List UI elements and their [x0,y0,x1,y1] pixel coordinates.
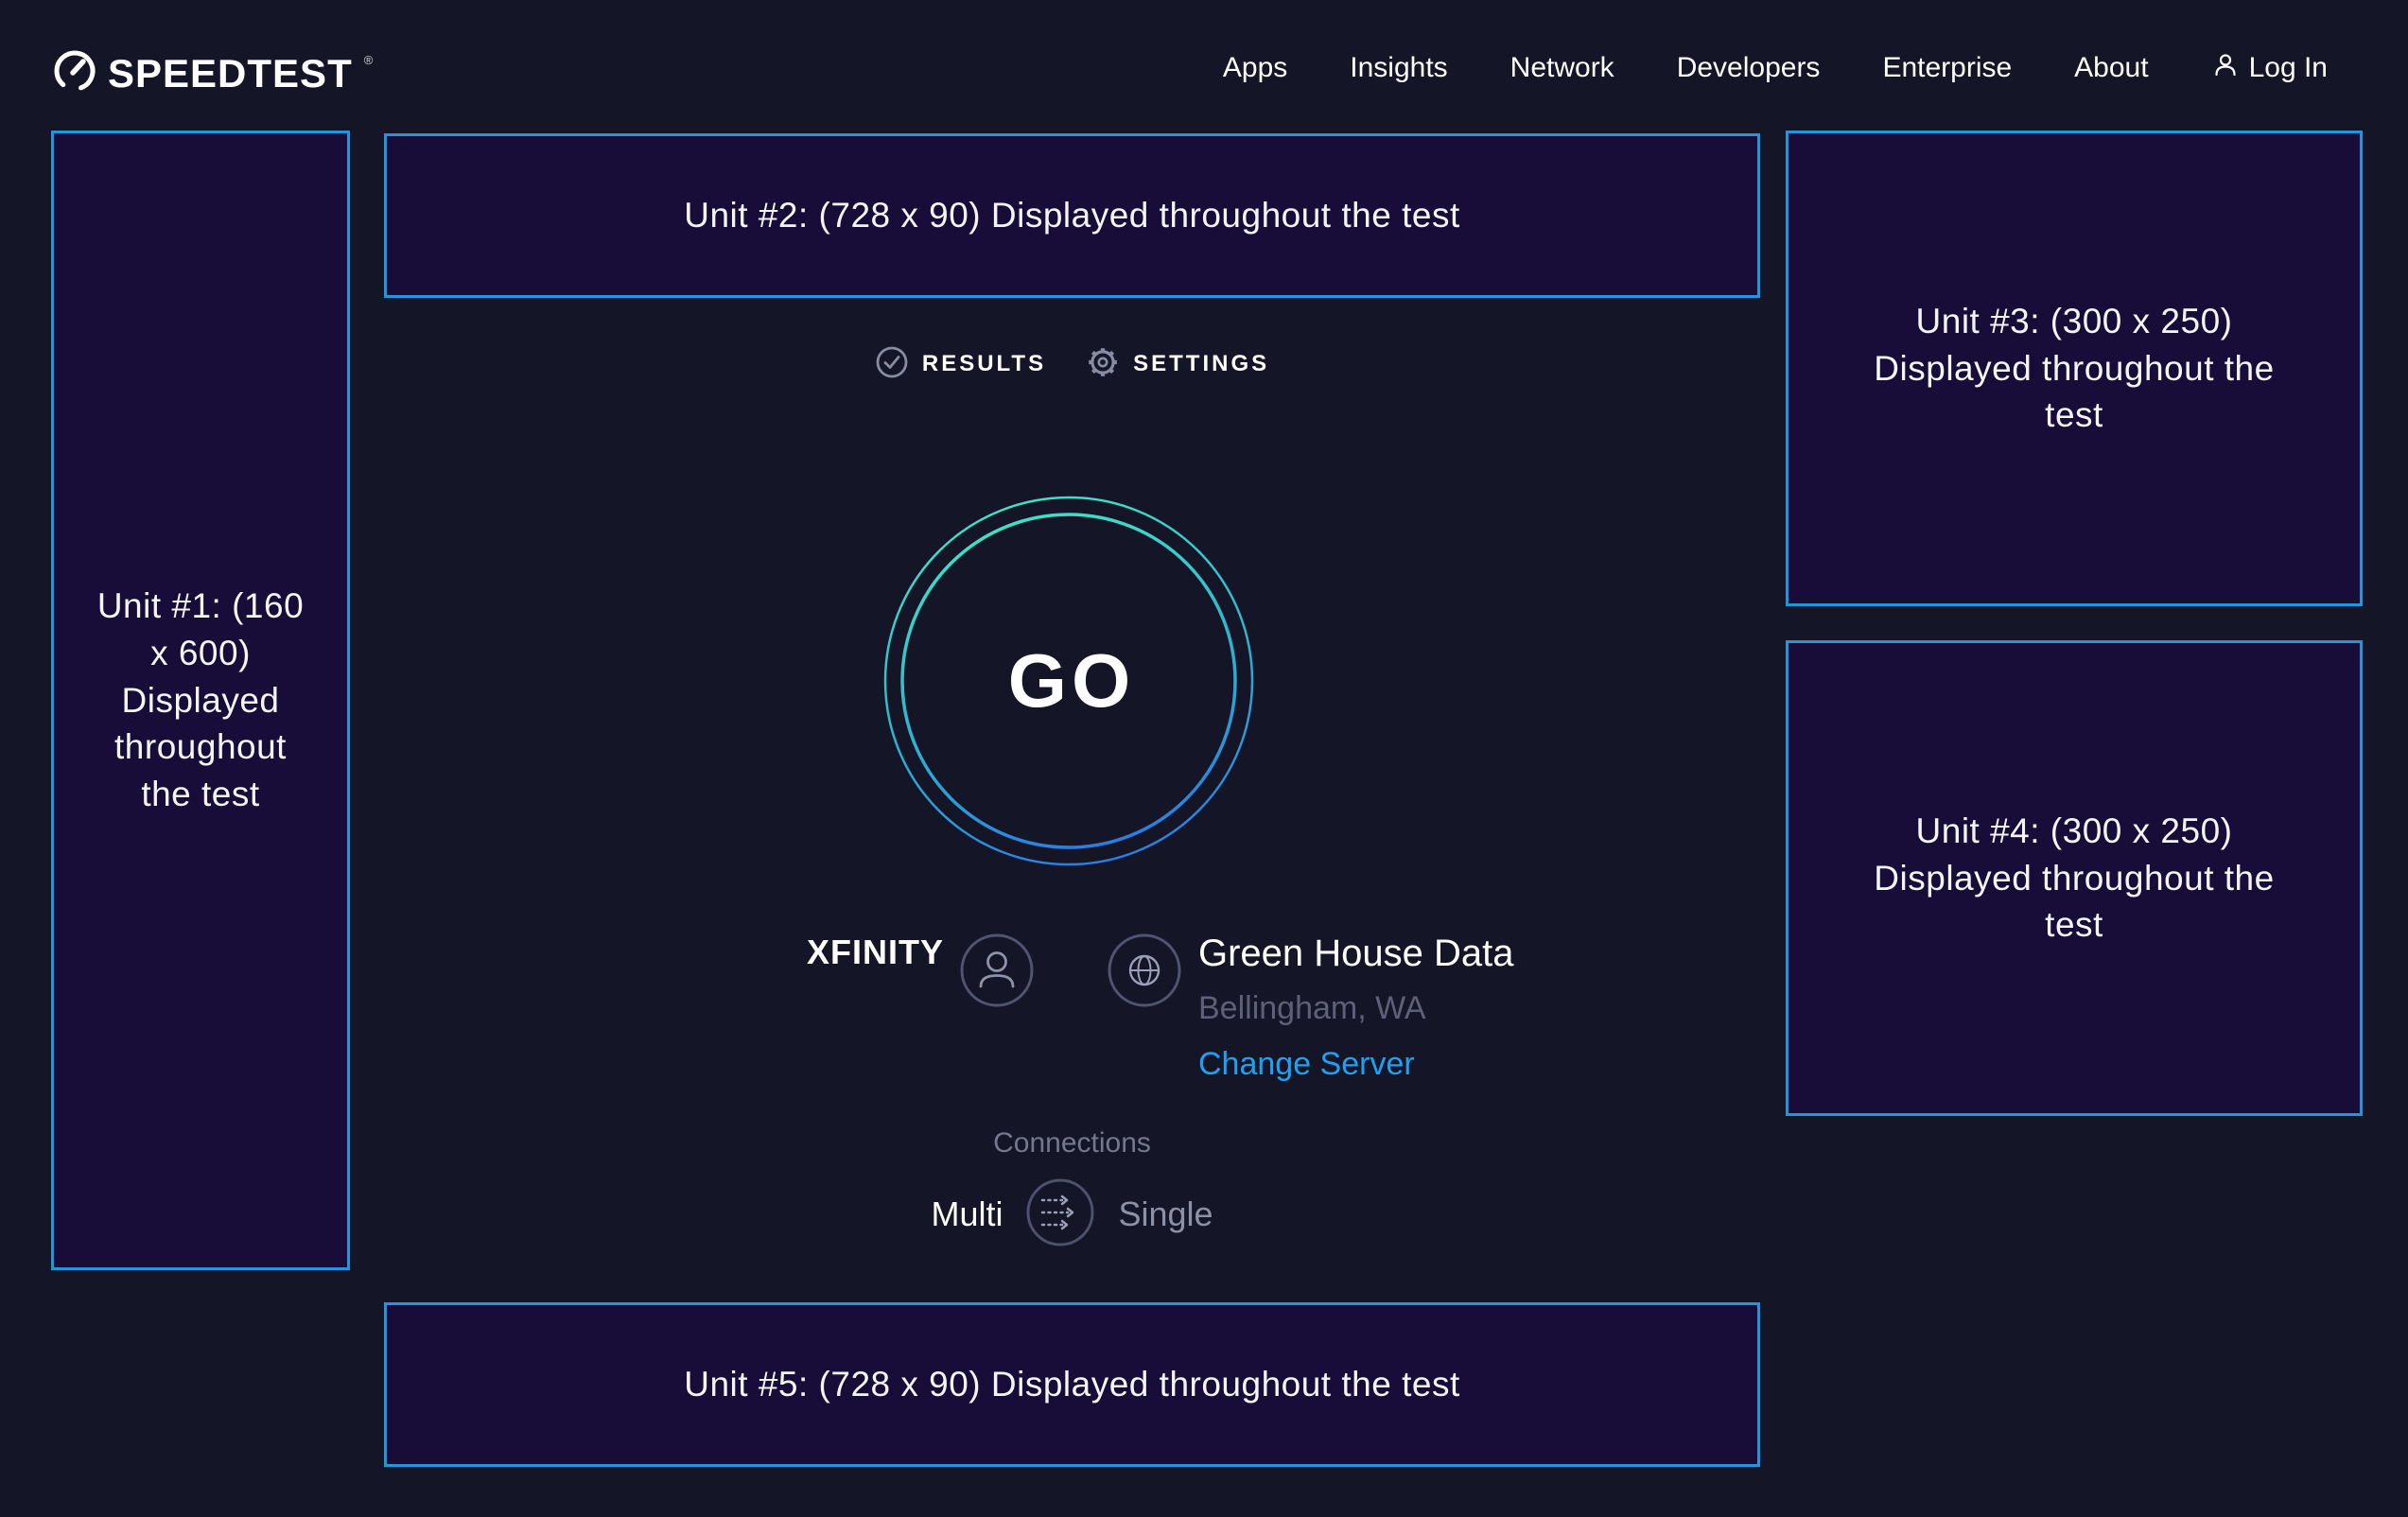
nav-item-developers[interactable]: Developers [1677,52,1821,84]
settings-tab-label: SETTINGS [1133,351,1269,377]
nav-item-about[interactable]: About [2074,52,2148,84]
nav-item-apps[interactable]: Apps [1223,52,1287,84]
go-button-label: GO [882,495,1255,867]
main-nav: Apps Insights Network Developers Enterpr… [1223,50,2328,86]
user-icon [2211,50,2240,86]
ad-unit-1-text: Unit #1: (160 x 600) Displayed throughou… [86,583,315,819]
server-name: Green House Data [1198,933,1514,975]
ad-unit-4: Unit #4: (300 x 250) Displayed throughou… [1786,640,2363,1116]
server-location: Bellingham, WA [1198,990,1514,1027]
speedtest-logo[interactable]: SPEEDTEST ® [51,47,373,99]
ad-unit-2-text: Unit #2: (728 x 90) Displayed throughout… [684,192,1459,239]
tab-results[interactable]: RESULTS [875,345,1046,384]
connections-multi-label[interactable]: Multi [931,1194,1003,1234]
results-tab-label: RESULTS [922,351,1046,377]
server-globe-circle-icon [1107,933,1182,1013]
speedtest-page: SPEEDTEST ® Apps Insights Network Develo… [0,0,2408,1517]
logo-text: SPEEDTEST [108,51,353,96]
ad-unit-5: Unit #5: (728 x 90) Displayed throughout… [384,1302,1760,1467]
connections-row: Multi Single [384,1178,1760,1250]
trademark-mark: ® [364,53,374,67]
server-info: Green House Data Bellingham, WA Change S… [1198,933,1514,1083]
isp-user-circle-icon [959,933,1035,1013]
ad-unit-5-text: Unit #5: (728 x 90) Displayed throughout… [684,1361,1459,1408]
speedometer-gauge-icon [51,47,98,99]
isp-name: XFINITY [662,933,944,972]
go-button[interactable]: GO [882,495,1255,867]
nav-item-enterprise[interactable]: Enterprise [1882,52,2012,84]
isp-ip-redacted [741,993,942,1019]
ad-unit-4-text: Unit #4: (300 x 250) Displayed throughou… [1872,808,2277,950]
connection-mode-toggle-icon[interactable] [1024,1177,1096,1253]
tab-settings[interactable]: SETTINGS [1086,345,1269,384]
gear-icon [1086,345,1120,384]
connections-single-label[interactable]: Single [1118,1194,1213,1234]
ad-unit-2: Unit #2: (728 x 90) Displayed throughout… [384,133,1760,298]
connections-heading: Connections [384,1127,1760,1160]
login-label: Log In [2249,52,2328,84]
check-circle-icon [875,345,909,384]
nav-item-network[interactable]: Network [1510,52,1614,84]
nav-item-insights[interactable]: Insights [1350,52,1447,84]
ad-unit-3-text: Unit #3: (300 x 250) Displayed throughou… [1872,298,2277,440]
ad-unit-1: Unit #1: (160 x 600) Displayed throughou… [51,131,350,1270]
login-button[interactable]: Log In [2211,50,2328,86]
ad-unit-3: Unit #3: (300 x 250) Displayed throughou… [1786,131,2363,606]
tab-bar: RESULTS SETTINGS [384,342,1760,386]
change-server-link[interactable]: Change Server [1198,1046,1514,1083]
